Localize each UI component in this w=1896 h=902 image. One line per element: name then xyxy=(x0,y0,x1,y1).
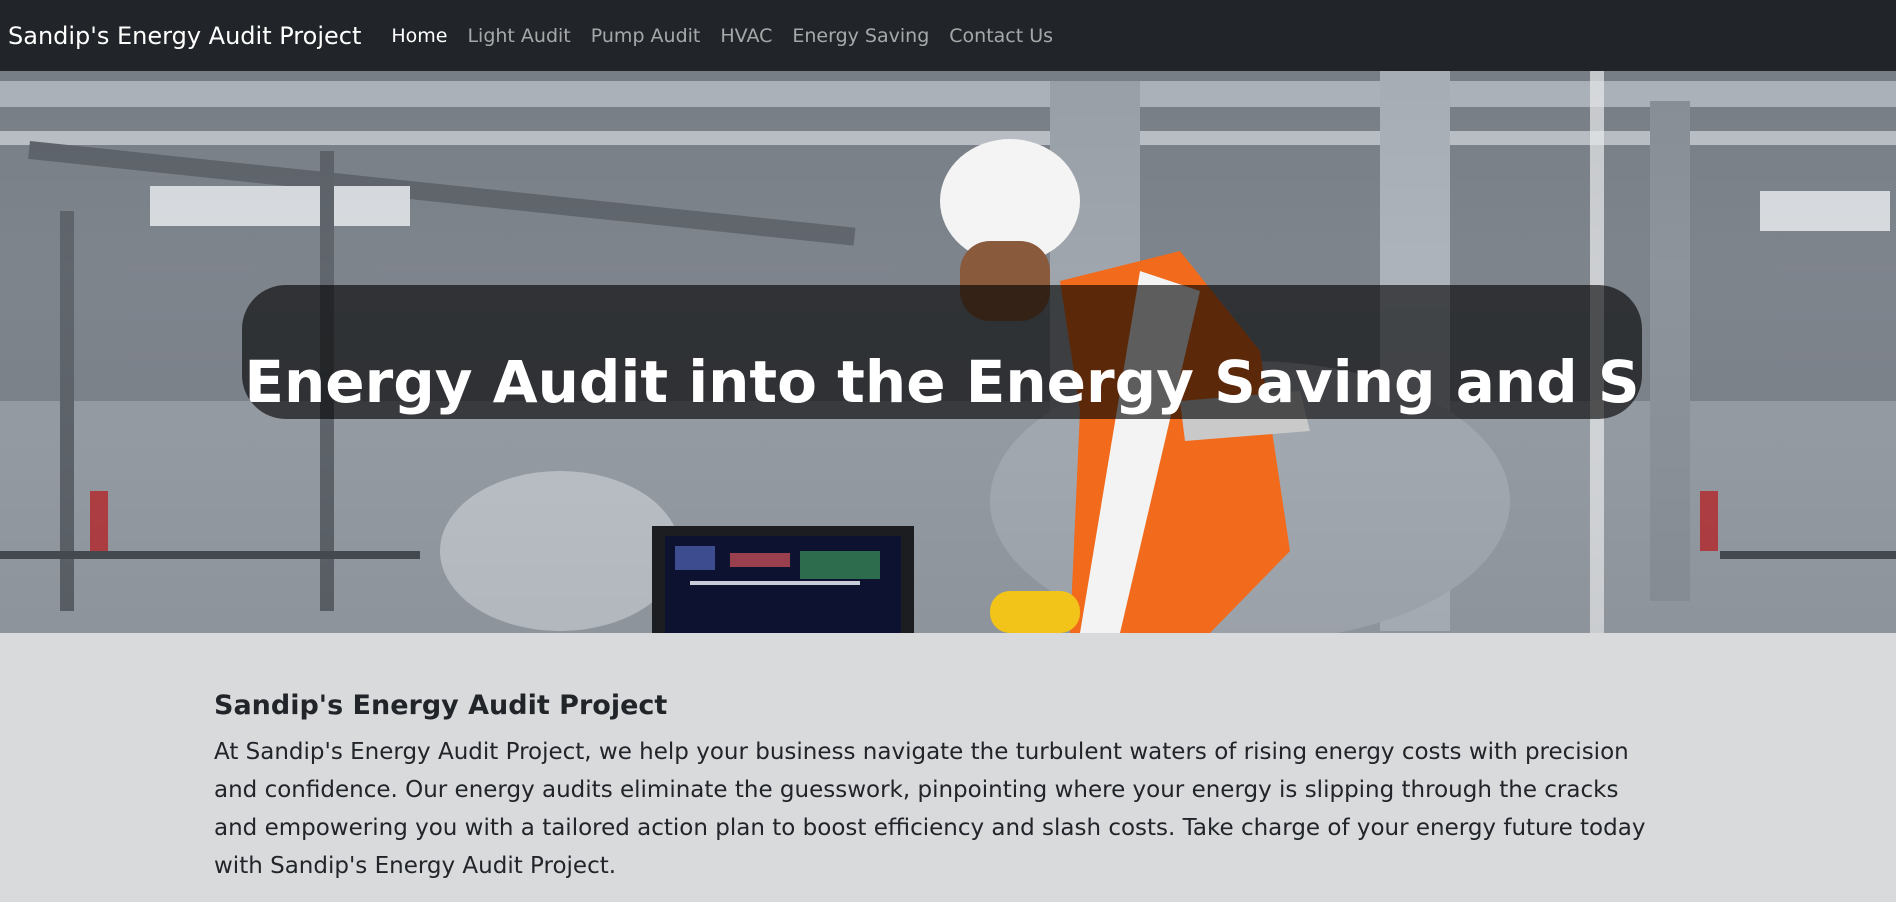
nav-link-energy-saving[interactable]: Energy Saving xyxy=(792,25,929,47)
nav-link-hvac[interactable]: HVAC xyxy=(720,25,772,47)
nav-links: Home Light Audit Pump Audit HVAC Energy … xyxy=(391,25,1073,47)
about-body: At Sandip's Energy Audit Project, we hel… xyxy=(214,739,1646,879)
nav-link-home[interactable]: Home xyxy=(391,25,447,47)
about-section: Sandip's Energy Audit Project At Sandip'… xyxy=(214,690,1654,885)
about-title: Sandip's Energy Audit Project xyxy=(214,690,668,721)
hero-banner: Energy Audit into the Energy Saving and … xyxy=(242,285,1642,419)
hero-section: Energy Audit into the Energy Saving and … xyxy=(0,71,1896,633)
nav-link-contact-us[interactable]: Contact Us xyxy=(949,25,1053,47)
laptop-screen xyxy=(652,526,914,633)
hero-heading: Energy Audit into the Energy Saving and … xyxy=(244,348,1640,416)
nav-link-light-audit[interactable]: Light Audit xyxy=(467,25,570,47)
top-navbar: Sandip's Energy Audit Project Home Light… xyxy=(0,0,1896,71)
nav-link-pump-audit[interactable]: Pump Audit xyxy=(591,25,701,47)
brand-logo[interactable]: Sandip's Energy Audit Project xyxy=(8,22,361,50)
